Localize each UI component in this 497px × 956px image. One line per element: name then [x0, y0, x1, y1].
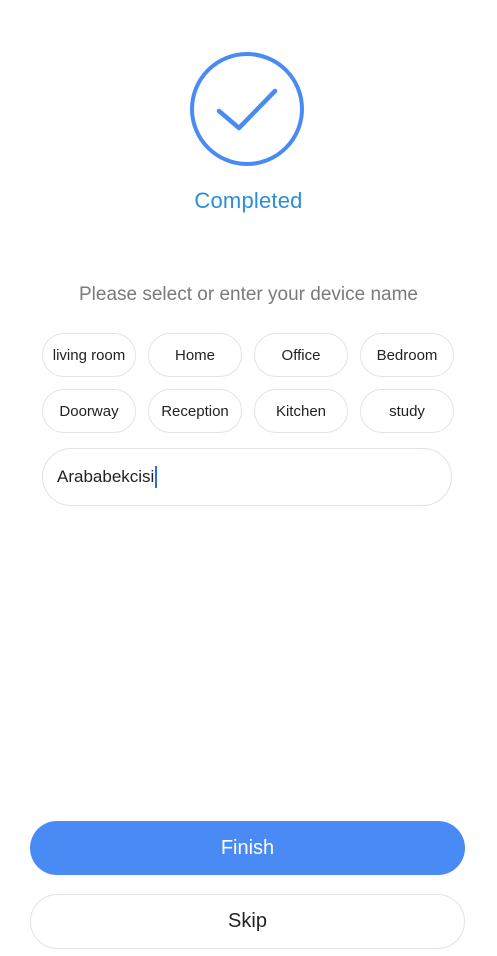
device-name-prompt: Please select or enter your device name [78, 284, 418, 305]
text-caret [155, 466, 158, 488]
status-title: Completed [194, 188, 303, 213]
device-name-value: Arababekcisi [57, 467, 155, 486]
chip-office[interactable]: Office [254, 333, 348, 377]
chip-study[interactable]: study [360, 389, 454, 433]
finish-button[interactable]: Finish [30, 821, 465, 875]
skip-button[interactable]: Skip [30, 894, 465, 949]
chip-living-room[interactable]: living room [42, 333, 136, 377]
chip-home[interactable]: Home [148, 333, 242, 377]
device-name-suggestions: living room Home Office Bedroom Doorway … [42, 333, 454, 433]
chip-reception[interactable]: Reception [148, 389, 242, 433]
chip-doorway[interactable]: Doorway [42, 389, 136, 433]
chip-bedroom[interactable]: Bedroom [360, 333, 454, 377]
chip-kitchen[interactable]: Kitchen [254, 389, 348, 433]
check-circle-icon [189, 51, 305, 167]
device-name-input[interactable]: Arababekcisi [42, 448, 452, 506]
